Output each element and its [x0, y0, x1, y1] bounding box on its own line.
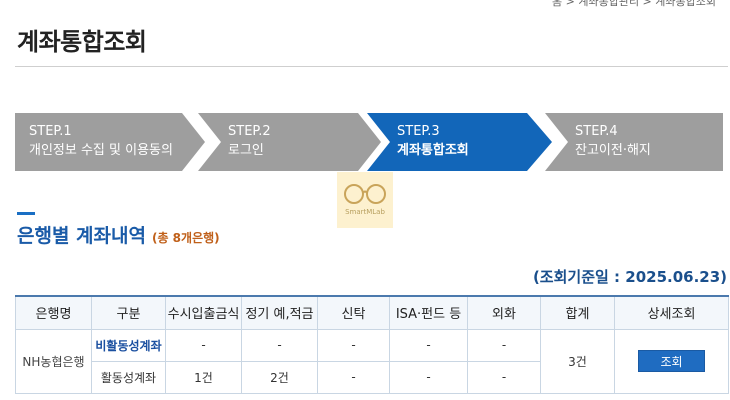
table-header-row: 은행명 구분 수시입출금식 정기 예,적금 신탁 ISA·펀드 등 외화 합계 …	[15, 295, 729, 330]
col-header-total: 합계	[540, 295, 615, 330]
page-title: 계좌통합조회	[17, 28, 147, 56]
cell-fx: -	[467, 328, 541, 362]
cell-detail: 조회	[614, 328, 729, 394]
cell-total: 3건	[540, 328, 615, 394]
account-type-active: 활동성계좌	[91, 360, 166, 394]
step-2-number: STEP.2	[228, 124, 271, 139]
section-title-text: 은행별 계좌내역	[17, 225, 146, 247]
step-2: STEP.2 로그인	[198, 113, 381, 171]
col-header-detail: 상세조회	[614, 295, 729, 330]
basis-date: (조회기준일 : 2025.06.23)	[532, 268, 727, 286]
col-header-isa: ISA·펀드 등	[389, 295, 468, 330]
table-row: NH농협은행 비활동성계좌 - - - - - 3건 조회	[15, 328, 729, 394]
cell-demand: 1건	[165, 360, 242, 394]
section-title: 은행별 계좌내역 (총 8개은행)	[17, 221, 220, 248]
section-accent-bar	[17, 212, 35, 215]
account-type-inactive[interactable]: 비활동성계좌	[91, 328, 166, 362]
bank-name: NH농협은행	[15, 328, 92, 394]
cell-isa: -	[389, 360, 468, 394]
step-3-active: STEP.3 계좌통합조회	[367, 113, 552, 171]
step-4-number: STEP.4	[575, 124, 618, 139]
step-3-label: 계좌통합조회	[397, 143, 469, 158]
cell-trust: -	[317, 328, 390, 362]
cell-isa: -	[389, 328, 468, 362]
cell-deposit: 2건	[241, 360, 318, 394]
account-table: 은행명 구분 수시입출금식 정기 예,적금 신탁 ISA·펀드 등 외화 합계 …	[15, 295, 729, 394]
watermark-text: SmartMLab	[345, 208, 385, 216]
col-header-demand: 수시입출금식	[165, 295, 242, 330]
col-header-trust: 신탁	[317, 295, 390, 330]
step-1-number: STEP.1	[29, 124, 72, 139]
step-progress: STEP.1 개인정보 수집 및 이용동의 STEP.2 로그인 STEP.3 …	[15, 113, 723, 171]
col-header-fx: 외화	[467, 295, 541, 330]
step-4-label: 잔고이전·해지	[575, 143, 651, 158]
col-header-deposit: 정기 예,적금	[241, 295, 318, 330]
col-header-bank: 은행명	[15, 295, 92, 330]
watermark-logo: SmartMLab	[337, 172, 393, 228]
cell-deposit: -	[241, 328, 318, 362]
step-1-label: 개인정보 수집 및 이용동의	[29, 143, 173, 158]
cell-demand: -	[165, 328, 242, 362]
step-3-number: STEP.3	[397, 124, 440, 139]
cell-fx: -	[467, 360, 541, 394]
cell-trust: -	[317, 360, 390, 394]
view-detail-button[interactable]: 조회	[638, 350, 705, 372]
step-2-label: 로그인	[228, 143, 264, 158]
top-breadcrumb: 홈 > 계좌통합관리 > 계좌통합조회	[552, 0, 716, 8]
bank-count: (총 8개은행)	[151, 231, 220, 245]
title-divider	[15, 66, 728, 67]
step-1: STEP.1 개인정보 수집 및 이용동의	[15, 113, 205, 171]
step-4: STEP.4 잔고이전·해지	[545, 113, 723, 171]
glasses-icon	[344, 184, 386, 204]
col-header-type: 구분	[91, 295, 166, 330]
